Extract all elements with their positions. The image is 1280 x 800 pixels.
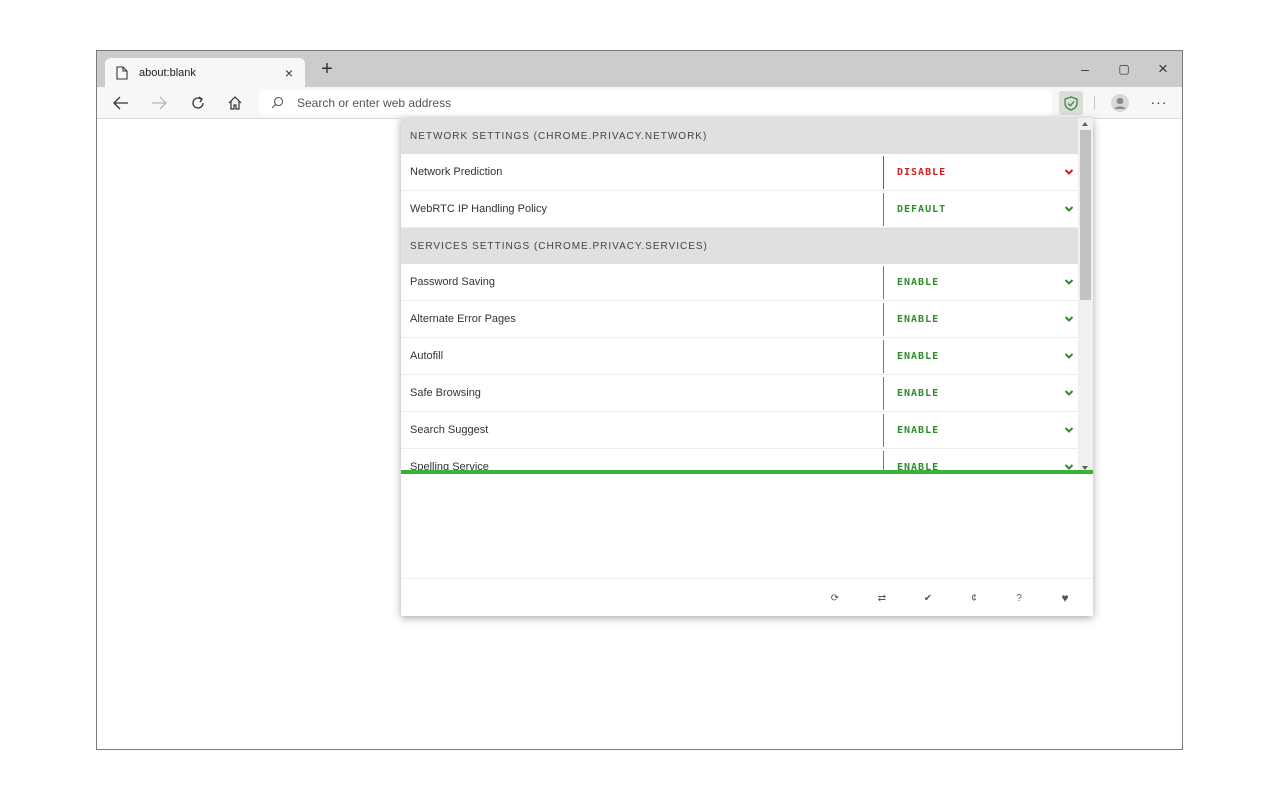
maximize-button[interactable]: ▢: [1114, 59, 1134, 79]
webrtc-policy-select[interactable]: DEFAULT: [883, 193, 1078, 226]
select-value: ENABLE: [897, 425, 940, 436]
tab-close-icon[interactable]: ×: [281, 65, 297, 81]
select-value: DEFAULT: [897, 204, 947, 215]
setting-row-network-prediction: Network Prediction DISABLE: [401, 154, 1078, 191]
arrow-left-icon: [113, 96, 128, 110]
search-suggest-select[interactable]: ENABLE: [883, 414, 1078, 447]
search-icon: [271, 96, 285, 110]
vertical-scrollbar[interactable]: [1078, 118, 1093, 474]
settings-scroll-area[interactable]: NETWORK SETTINGS (CHROME.PRIVACY.NETWORK…: [401, 118, 1093, 474]
help-icon[interactable]: ?: [1011, 590, 1027, 606]
toolbar-separator: [1094, 96, 1095, 110]
network-prediction-select[interactable]: DISABLE: [883, 156, 1078, 189]
chevron-down-icon: [1064, 279, 1074, 285]
extension-popup: NETWORK SETTINGS (CHROME.PRIVACY.NETWORK…: [401, 118, 1093, 616]
forward-button[interactable]: [147, 91, 171, 115]
avatar-icon: [1111, 94, 1129, 112]
setting-row-search-suggest: Search Suggest ENABLE: [401, 412, 1078, 449]
setting-label: Password Saving: [410, 276, 495, 288]
setting-row-alternate-error-pages: Alternate Error Pages ENABLE: [401, 301, 1078, 338]
chevron-down-icon: [1064, 169, 1074, 175]
chevron-down-icon: [1064, 316, 1074, 322]
reload-button[interactable]: [186, 91, 210, 115]
select-value: ENABLE: [897, 351, 940, 362]
minimize-button[interactable]: –: [1075, 59, 1095, 79]
reload-icon: [192, 96, 204, 109]
swap-icon[interactable]: ⇄: [874, 590, 890, 606]
setting-label: Alternate Error Pages: [410, 313, 516, 325]
popup-footer-toolbar: ⟳ ⇄ ✔ ¢ ? ♥: [401, 578, 1093, 616]
alternate-error-pages-select[interactable]: ENABLE: [883, 303, 1078, 336]
scroll-up-arrow[interactable]: [1082, 122, 1088, 126]
address-bar[interactable]: [259, 90, 1052, 115]
profile-button[interactable]: [1108, 91, 1132, 115]
browser-window: about:blank × + – ▢ × Search or enter we…: [96, 50, 1183, 750]
arrow-right-icon: [152, 96, 167, 110]
setting-label: WebRTC IP Handling Policy: [410, 203, 547, 215]
settings-list: NETWORK SETTINGS (CHROME.PRIVACY.NETWORK…: [401, 118, 1078, 474]
setting-label: Search Suggest: [410, 424, 489, 436]
home-button[interactable]: [223, 91, 247, 115]
setting-label: Autofill: [410, 350, 444, 362]
setting-row-webrtc: WebRTC IP Handling Policy DEFAULT: [401, 191, 1078, 228]
new-tab-button[interactable]: +: [316, 59, 338, 81]
address-input[interactable]: [297, 95, 1017, 110]
page-icon: [115, 65, 129, 80]
heart-icon[interactable]: ♥: [1057, 590, 1073, 606]
more-menu-button[interactable]: ···: [1147, 91, 1171, 115]
chevron-down-icon: [1064, 206, 1074, 212]
scroll-thumb[interactable]: [1080, 130, 1091, 300]
setting-row-autofill: Autofill ENABLE: [401, 338, 1078, 375]
select-value: DISABLE: [897, 167, 947, 178]
browser-toolbar: ···: [97, 87, 1182, 119]
autofill-select[interactable]: ENABLE: [883, 340, 1078, 373]
select-value: ENABLE: [897, 277, 940, 288]
back-button[interactable]: [109, 91, 133, 115]
chevron-down-icon: [1064, 353, 1074, 359]
close-window-button[interactable]: ×: [1153, 59, 1173, 79]
tab-about-blank[interactable]: about:blank ×: [105, 58, 305, 87]
setting-row-safe-browsing: Safe Browsing ENABLE: [401, 375, 1078, 412]
section-header-network: NETWORK SETTINGS (CHROME.PRIVACY.NETWORK…: [401, 118, 1078, 154]
setting-row-password-saving: Password Saving ENABLE: [401, 264, 1078, 301]
tab-title: about:blank: [139, 66, 196, 79]
cent-icon[interactable]: ¢: [966, 590, 982, 606]
chevron-down-icon: [1064, 427, 1074, 433]
status-accent-bar: [401, 470, 1093, 474]
home-icon: [228, 96, 242, 110]
select-value: ENABLE: [897, 314, 940, 325]
shield-check-icon: [1064, 95, 1078, 111]
check-icon[interactable]: ✔: [920, 590, 936, 606]
privacy-extension-button[interactable]: [1059, 91, 1083, 115]
section-header-services: SERVICES SETTINGS (CHROME.PRIVACY.SERVIC…: [401, 228, 1078, 264]
safe-browsing-select[interactable]: ENABLE: [883, 377, 1078, 410]
select-value: ENABLE: [897, 388, 940, 399]
refresh-icon[interactable]: ⟳: [827, 590, 843, 606]
title-bar: about:blank × + – ▢ ×: [97, 51, 1182, 87]
setting-label: Safe Browsing: [410, 387, 481, 399]
setting-label: Network Prediction: [410, 166, 503, 178]
chevron-down-icon: [1064, 390, 1074, 396]
password-saving-select[interactable]: ENABLE: [883, 266, 1078, 299]
